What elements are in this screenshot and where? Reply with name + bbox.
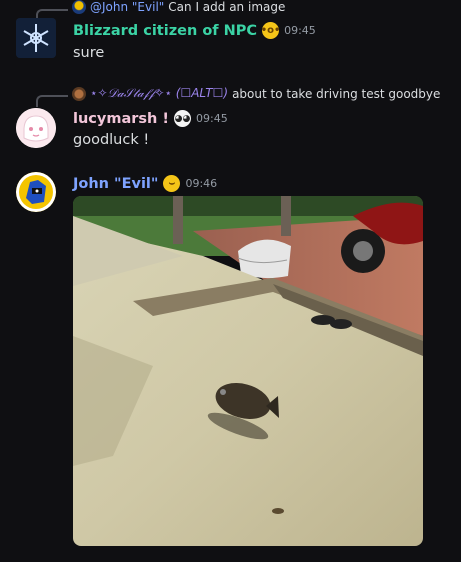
reply-preview[interactable]: @John "Evil" Can I add an image	[72, 0, 285, 14]
reply-avatar	[72, 0, 86, 14]
image-attachment[interactable]	[73, 196, 423, 546]
avatar[interactable]	[16, 108, 56, 148]
reply-author[interactable]: ⋆✧𝒟𝒶𝒮𝓉𝒶𝒻𝒻✧⋆ (☐ALT☐)	[90, 86, 228, 101]
white-face-emoji-icon: ◕◕	[174, 110, 191, 127]
courtyard-photo	[73, 196, 423, 546]
timestamp[interactable]: 09:45	[284, 24, 316, 37]
reply-text: about to take driving test goodbye	[232, 86, 441, 101]
message-content: goodluck !	[73, 132, 150, 148]
username[interactable]: Blizzard citizen of NPC	[73, 23, 257, 39]
username[interactable]: John "Evil"	[73, 176, 158, 192]
timestamp[interactable]: 09:46	[185, 177, 217, 190]
message-content: sure	[73, 45, 105, 61]
reply-avatar	[72, 86, 86, 101]
reply-connector	[36, 95, 68, 107]
avatar[interactable]	[16, 18, 56, 58]
reply-author[interactable]: @John "Evil"	[90, 0, 164, 14]
cartoon-face-avatar-image	[16, 108, 56, 148]
snowflake-avatar-image	[16, 18, 56, 58]
flushed-face-icon: •o•	[261, 22, 280, 39]
message-header: Blizzard citizen of NPC •o• 09:45	[73, 22, 316, 39]
message-header: lucymarsh ! ◕◕ 09:45	[73, 110, 228, 127]
blue-character-avatar-image	[16, 172, 56, 212]
message-header: John "Evil" ⌣ 09:46	[73, 175, 217, 192]
username[interactable]: lucymarsh !	[73, 111, 169, 127]
smirking-face-icon: ⌣	[163, 175, 181, 192]
reply-text: Can I add an image	[168, 0, 286, 14]
avatar[interactable]	[16, 172, 56, 212]
timestamp[interactable]: 09:45	[196, 112, 228, 125]
reply-preview[interactable]: ⋆✧𝒟𝒶𝒮𝓉𝒶𝒻𝒻✧⋆ (☐ALT☐) about to take drivin…	[72, 86, 440, 101]
